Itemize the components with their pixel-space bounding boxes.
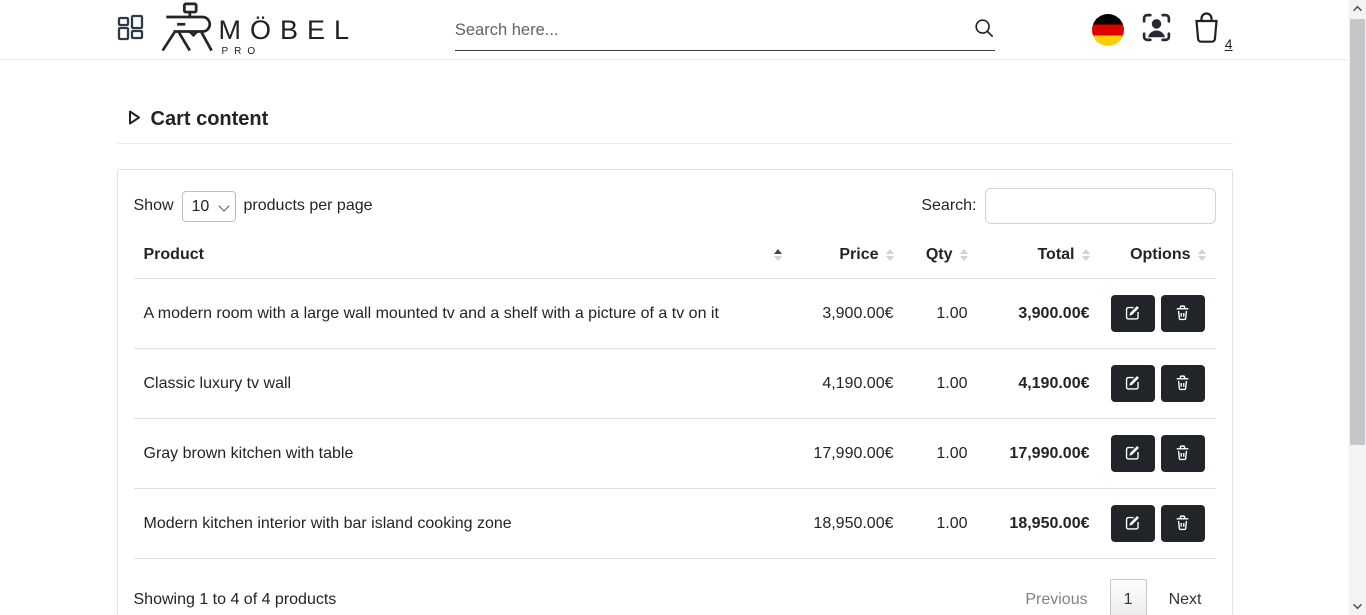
price-cell: 3,900.00€: [792, 279, 904, 349]
column-header-price[interactable]: Price: [792, 232, 904, 279]
product-name-cell: Gray brown kitchen with table: [134, 419, 792, 489]
delete-item-button[interactable]: [1161, 365, 1205, 402]
search-icon[interactable]: [973, 17, 995, 44]
title-divider: [117, 143, 1233, 144]
table-body: A modern room with a large wall mounted …: [134, 279, 1216, 559]
qty-cell: 1.00: [904, 419, 978, 489]
table-search-label: Search:: [921, 197, 976, 215]
table-info-text: Showing 1 to 4 of 4 products: [134, 591, 337, 609]
product-name-cell: Modern kitchen interior with bar island …: [134, 489, 792, 559]
cart-table: Product Price: [134, 232, 1216, 559]
column-label: Product: [144, 246, 204, 264]
caret-right-icon: [127, 109, 142, 131]
scrollbar-thumb[interactable]: [1350, 19, 1365, 445]
price-cell: 17,990.00€: [792, 419, 904, 489]
column-label: Price: [839, 246, 878, 264]
edit-item-button[interactable]: [1111, 435, 1155, 472]
sort-icon: [1082, 249, 1090, 261]
cart-table-row: Gray brown kitchen with table 17,990.00€…: [134, 419, 1216, 489]
pencil-square-icon: [1124, 444, 1141, 464]
grid-menu-button[interactable]: [117, 14, 145, 46]
brand-subtitle: PRO: [219, 47, 359, 57]
column-header-qty[interactable]: Qty: [904, 232, 978, 279]
pagination: Previous 1 Next: [1011, 579, 1215, 615]
top-navigation-bar: MÖBEL PRO: [0, 0, 1349, 60]
page-title: Cart content: [151, 108, 269, 131]
shopping-bag-icon: [1189, 9, 1224, 50]
edit-item-button[interactable]: [1111, 365, 1155, 402]
brand-name: MÖBEL: [219, 17, 359, 44]
sort-icon: [960, 249, 968, 261]
trash-icon: [1174, 514, 1191, 534]
vertical-scrollbar[interactable]: [1349, 0, 1366, 615]
cart-count-badge[interactable]: 4: [1225, 36, 1233, 52]
product-name-cell: A modern room with a large wall mounted …: [134, 279, 792, 349]
cart-table-card: Show 10 products per page Search:: [117, 169, 1233, 615]
current-page-button[interactable]: 1: [1110, 579, 1147, 615]
cart-link[interactable]: 4: [1189, 9, 1233, 50]
sort-ascending-icon: [774, 249, 782, 261]
brand-text: MÖBEL PRO: [219, 17, 359, 57]
edit-item-button[interactable]: [1111, 505, 1155, 542]
cart-table-row: A modern room with a large wall mounted …: [134, 279, 1216, 349]
sort-icon: [1198, 249, 1206, 261]
scrollbar-up-button[interactable]: [1349, 0, 1366, 17]
table-search-input[interactable]: [985, 188, 1216, 224]
total-cell: 4,190.00€: [978, 349, 1100, 419]
delete-item-button[interactable]: [1161, 505, 1205, 542]
chair-logo-icon: [159, 2, 217, 57]
price-cell: 18,950.00€: [792, 489, 904, 559]
next-page-button[interactable]: Next: [1155, 583, 1216, 615]
brand-logo[interactable]: MÖBEL PRO: [159, 2, 359, 57]
column-header-total[interactable]: Total: [978, 232, 1100, 279]
pencil-square-icon: [1124, 374, 1141, 394]
total-cell: 3,900.00€: [978, 279, 1100, 349]
pencil-square-icon: [1124, 304, 1141, 324]
price-cell: 4,190.00€: [792, 349, 904, 419]
cart-table-row: Classic luxury tv wall 4,190.00€ 1.00 4,…: [134, 349, 1216, 419]
total-cell: 17,990.00€: [978, 419, 1100, 489]
page-size-select-wrap: 10: [182, 191, 236, 222]
per-page-label: products per page: [244, 197, 373, 215]
trash-icon: [1174, 304, 1191, 324]
german-flag-icon[interactable]: [1092, 14, 1124, 46]
global-search-input[interactable]: [455, 21, 973, 40]
table-header-row: Product Price: [134, 232, 1216, 279]
product-name-cell: Classic luxury tv wall: [134, 349, 792, 419]
scrollbar-down-button[interactable]: [1349, 598, 1366, 615]
trash-icon: [1174, 444, 1191, 464]
main-content: Cart content Show 10 products per page: [117, 60, 1233, 615]
trash-icon: [1174, 374, 1191, 394]
cart-page: MÖBEL PRO: [0, 0, 1349, 615]
browser-viewport: MÖBEL PRO: [0, 0, 1366, 615]
delete-item-button[interactable]: [1161, 435, 1205, 472]
qty-cell: 1.00: [904, 489, 978, 559]
cart-table-row: Modern kitchen interior with bar island …: [134, 489, 1216, 559]
page-size-select[interactable]: 10: [182, 191, 236, 222]
previous-page-button[interactable]: Previous: [1011, 583, 1101, 615]
show-label: Show: [134, 197, 174, 215]
column-label: Qty: [926, 246, 953, 264]
column-header-product[interactable]: Product: [134, 232, 792, 279]
global-search-bar: [455, 17, 995, 51]
grid-menu-icon: [117, 14, 145, 46]
qty-cell: 1.00: [904, 349, 978, 419]
sort-icon: [886, 249, 894, 261]
qty-cell: 1.00: [904, 279, 978, 349]
delete-item-button[interactable]: [1161, 295, 1205, 332]
column-label: Options: [1130, 246, 1190, 264]
column-header-options[interactable]: Options: [1100, 232, 1216, 279]
total-cell: 18,950.00€: [978, 489, 1100, 559]
column-label: Total: [1037, 246, 1074, 264]
pencil-square-icon: [1124, 514, 1141, 534]
account-icon[interactable]: [1140, 11, 1173, 49]
edit-item-button[interactable]: [1111, 295, 1155, 332]
